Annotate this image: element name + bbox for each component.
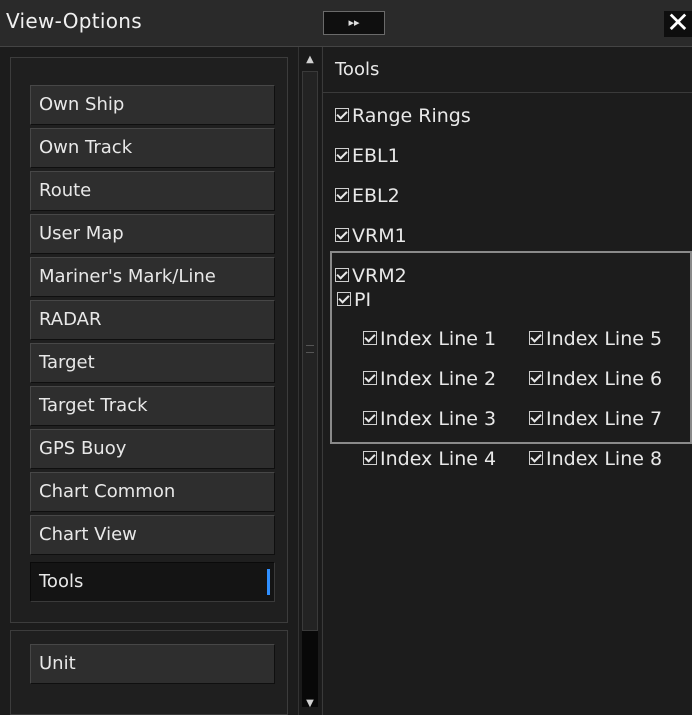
checkbox-label: VRM1 [352, 225, 407, 247]
checkbox-label: Index Line 8 [546, 448, 663, 470]
sidebar-item-target[interactable]: Target [30, 343, 275, 383]
view-options-window: View-Options ▸▸ ✕ Own Ship Own Track Rou… [0, 0, 692, 715]
index-line-6-checkbox[interactable]: Index Line 6 [529, 366, 662, 392]
sidebar-item-chart-view[interactable]: Chart View [30, 515, 275, 555]
sidebar-item-unit[interactable]: Unit [30, 644, 275, 684]
checkbox-label: Index Line 6 [546, 368, 663, 390]
checkbox-checked-icon [363, 410, 377, 425]
sidebar-item-own-ship[interactable]: Own Ship [30, 85, 275, 125]
checkbox-checked-icon [363, 370, 377, 385]
sidebar-item-label: Mariner's Mark/Line [39, 266, 216, 287]
pi-checkbox[interactable]: PI [337, 287, 371, 313]
scroll-down-arrow-icon[interactable]: ▼ [299, 695, 321, 713]
category-panel: Own Ship Own Track Route User Map Marine… [0, 47, 323, 715]
sidebar-item-label: GPS Buoy [39, 438, 127, 459]
index-line-4-checkbox[interactable]: Index Line 4 [363, 446, 496, 472]
index-line-8-checkbox[interactable]: Index Line 8 [529, 446, 662, 472]
section-header: Tools [323, 47, 692, 93]
checkbox-checked-icon [529, 370, 543, 385]
selection-indicator [267, 569, 270, 595]
checkbox-label: Index Line 1 [380, 328, 497, 350]
checkbox-checked-icon [363, 450, 377, 465]
sidebar-item-route[interactable]: Route [30, 171, 275, 211]
grip-icon [306, 345, 314, 353]
checkbox-label: Index Line 5 [546, 328, 663, 350]
checkbox-label: Index Line 4 [380, 448, 497, 470]
sidebar-item-chart-common[interactable]: Chart Common [30, 472, 275, 512]
checkbox-checked-icon [335, 107, 349, 122]
index-line-7-checkbox[interactable]: Index Line 7 [529, 406, 662, 432]
vrm1-checkbox[interactable]: VRM1 [335, 223, 407, 249]
sidebar-item-tools[interactable]: Tools [30, 562, 275, 602]
index-line-3-checkbox[interactable]: Index Line 3 [363, 406, 496, 432]
sidebar-item-user-map[interactable]: User Map [30, 214, 275, 254]
range-rings-checkbox[interactable]: Range Rings [335, 103, 471, 129]
collapse-button[interactable]: ▸▸ [323, 11, 385, 35]
scroll-up-arrow-icon[interactable]: ▲ [299, 51, 321, 69]
window-title: View-Options [6, 9, 143, 33]
checkbox-checked-icon [335, 147, 349, 162]
sidebar-item-label: Chart View [39, 524, 137, 545]
checkbox-checked-icon [337, 291, 351, 306]
index-line-1-checkbox[interactable]: Index Line 1 [363, 326, 496, 352]
sidebar-item-label: User Map [39, 223, 124, 244]
sidebar-item-own-track[interactable]: Own Track [30, 128, 275, 168]
category-scrollbar[interactable]: ▲ ▼ [298, 47, 321, 715]
index-line-2-checkbox[interactable]: Index Line 2 [363, 366, 496, 392]
sidebar-item-mariners-mark-line[interactable]: Mariner's Mark/Line [30, 257, 275, 297]
title-bar: View-Options ▸▸ ✕ [0, 0, 692, 47]
sidebar-item-label: Route [39, 180, 92, 201]
checkbox-label: EBL1 [352, 145, 400, 167]
sidebar-item-label: RADAR [39, 309, 102, 330]
checkbox-label: Index Line 2 [380, 368, 497, 390]
sidebar-item-target-track[interactable]: Target Track [30, 386, 275, 426]
ebl1-checkbox[interactable]: EBL1 [335, 143, 400, 169]
tools-panel: Tools Range Rings EBL1 EBL2 VRM1 VRM2 PI… [323, 47, 692, 715]
scroll-thumb[interactable] [302, 71, 318, 631]
checkbox-checked-icon [335, 227, 349, 242]
sidebar-item-label: Own Track [39, 137, 133, 158]
checkbox-label: Index Line 7 [546, 408, 663, 430]
index-line-5-checkbox[interactable]: Index Line 5 [529, 326, 662, 352]
checkbox-label: Index Line 3 [380, 408, 497, 430]
checkbox-checked-icon [529, 410, 543, 425]
checkbox-label: EBL2 [352, 185, 400, 207]
sidebar-item-label: Target [39, 352, 95, 373]
section-title: Tools [335, 59, 380, 80]
sidebar-item-radar[interactable]: RADAR [30, 300, 275, 340]
close-icon: ✕ [666, 6, 690, 39]
sidebar-item-label: Target Track [39, 395, 148, 416]
sidebar-item-label: Own Ship [39, 94, 125, 115]
sidebar-item-gps-buoy[interactable]: GPS Buoy [30, 429, 275, 469]
checkbox-checked-icon [529, 330, 543, 345]
checkbox-label: Range Rings [352, 105, 471, 127]
sidebar-item-label: Chart Common [39, 481, 176, 502]
ebl2-checkbox[interactable]: EBL2 [335, 183, 400, 209]
checkbox-label: PI [354, 289, 372, 311]
close-button[interactable]: ✕ [664, 9, 692, 37]
double-chevron-right-icon: ▸▸ [348, 16, 360, 29]
sidebar-item-label: Unit [39, 653, 76, 674]
checkbox-checked-icon [335, 187, 349, 202]
checkbox-checked-icon [363, 330, 377, 345]
checkbox-checked-icon [529, 450, 543, 465]
sidebar-item-label: Tools [39, 571, 84, 592]
